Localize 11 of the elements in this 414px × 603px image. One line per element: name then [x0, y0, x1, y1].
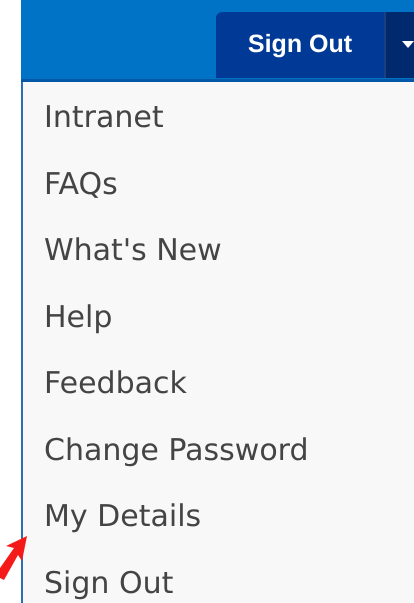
menu-item[interactable]: My Details: [23, 484, 202, 550]
caret-icon: [402, 41, 414, 49]
menu-item[interactable]: Change Password: [23, 418, 309, 484]
menu-item[interactable]: Sign Out: [23, 550, 174, 603]
dropdown-toggle[interactable]: [384, 12, 414, 78]
sign-out-button[interactable]: Sign Out: [216, 12, 384, 78]
menu-item[interactable]: Feedback: [23, 351, 187, 418]
menu-item[interactable]: Help: [23, 284, 112, 351]
menu-item[interactable]: Intranet: [23, 85, 164, 152]
menu-item[interactable]: FAQs: [23, 152, 118, 218]
menu-item[interactable]: What's New: [23, 218, 222, 284]
